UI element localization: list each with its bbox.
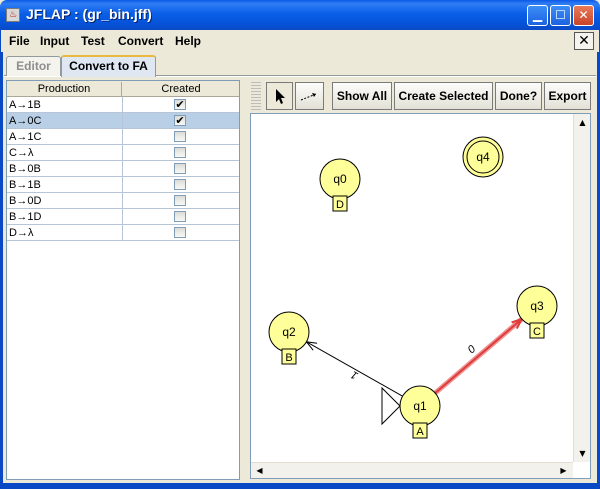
production-cell: B→0B xyxy=(9,163,41,175)
state-name: q1 xyxy=(413,399,427,413)
create-selected-button[interactable]: Create Selected xyxy=(394,82,493,110)
state-name: q2 xyxy=(282,325,296,339)
menu-help[interactable]: Help xyxy=(175,34,201,48)
table-row[interactable]: B→1D xyxy=(7,209,239,225)
column-divider xyxy=(122,113,123,129)
created-checkbox[interactable] xyxy=(174,163,186,174)
transition-label: 1 xyxy=(349,368,360,381)
column-divider xyxy=(122,145,123,161)
export-button[interactable]: Export xyxy=(544,82,591,110)
window-title: JFLAP : (gr_bin.jff) xyxy=(26,6,152,22)
column-header-production[interactable]: Production xyxy=(7,82,122,97)
created-checkbox[interactable] xyxy=(174,147,186,158)
created-checkbox[interactable]: ✔ xyxy=(174,115,186,126)
created-checkbox[interactable] xyxy=(174,211,186,222)
production-cell: B→0D xyxy=(9,195,42,207)
table-row[interactable]: B→0D xyxy=(7,193,239,209)
state-label: C xyxy=(533,326,541,338)
column-header-created[interactable]: Created xyxy=(123,82,239,97)
tab-editor[interactable]: Editor xyxy=(6,56,61,76)
app-icon: ♨ xyxy=(6,8,20,22)
state-name: q0 xyxy=(333,172,347,186)
production-cell: A→0C xyxy=(9,115,42,127)
highlighted-transition-line xyxy=(434,318,523,394)
production-cell: D→λ xyxy=(9,227,34,239)
state-label: A xyxy=(416,426,424,438)
created-checkbox[interactable] xyxy=(174,195,186,206)
menu-convert[interactable]: Convert xyxy=(118,34,163,48)
table-row[interactable]: A→1B ✔ xyxy=(7,97,239,113)
vertical-scrollbar[interactable]: ▲ ▼ xyxy=(573,114,590,462)
horizontal-scrollbar[interactable]: ◀ ▶ xyxy=(251,462,573,478)
show-all-button[interactable]: Show All xyxy=(332,82,392,110)
window-border-left xyxy=(0,30,3,485)
scroll-up-icon[interactable]: ▲ xyxy=(575,115,590,130)
table-row[interactable]: B→0B xyxy=(7,161,239,177)
created-checkbox[interactable] xyxy=(174,227,186,238)
state-name: q4 xyxy=(476,150,490,164)
table-row[interactable]: A→1C xyxy=(7,129,239,145)
table-row[interactable]: B→1B xyxy=(7,177,239,193)
production-cell: A→1C xyxy=(9,131,42,143)
automaton-diagram[interactable]: 10q0Dq1Aq2Bq3Cq4 xyxy=(251,114,573,462)
table-row[interactable]: C→λ xyxy=(7,145,239,161)
transition-tool-button[interactable] xyxy=(295,82,324,110)
minimize-button[interactable]: ▁ xyxy=(527,5,548,26)
scroll-down-icon[interactable]: ▼ xyxy=(575,446,590,461)
transition-arrow-icon xyxy=(300,93,317,101)
toolbar-grip[interactable] xyxy=(251,82,261,110)
scroll-right-icon[interactable]: ▶ xyxy=(556,463,571,478)
cursor-arrow-icon xyxy=(276,89,285,104)
column-divider xyxy=(122,177,123,193)
column-divider xyxy=(122,225,123,241)
done-button[interactable]: Done? xyxy=(495,82,542,110)
created-checkbox[interactable]: ✔ xyxy=(174,99,186,110)
state-label: D xyxy=(336,199,344,211)
table-row[interactable]: D→λ xyxy=(7,225,239,241)
menu-file[interactable]: File xyxy=(9,34,30,48)
window-border-bottom xyxy=(0,483,600,489)
column-divider xyxy=(122,129,123,145)
close-window-button[interactable]: ✕ xyxy=(573,5,594,26)
production-cell: B→1D xyxy=(9,211,42,223)
production-cell: C→λ xyxy=(9,147,34,159)
menu-test[interactable]: Test xyxy=(81,34,105,48)
menu-input[interactable]: Input xyxy=(40,34,69,48)
created-checkbox[interactable] xyxy=(174,179,186,190)
scroll-left-icon[interactable]: ◀ xyxy=(252,463,267,478)
tab-convert-to-fa[interactable]: Convert to FA xyxy=(61,55,156,77)
production-cell: B→1B xyxy=(9,179,41,191)
state-name: q3 xyxy=(530,299,544,313)
state-label: B xyxy=(285,352,292,364)
select-tool-button[interactable] xyxy=(266,82,293,110)
column-divider xyxy=(122,209,123,225)
maximize-button[interactable]: ☐ xyxy=(550,5,571,26)
column-divider xyxy=(122,193,123,209)
close-tab-icon[interactable]: ✕ xyxy=(574,32,594,50)
column-divider xyxy=(122,97,123,113)
table-row[interactable]: A→0C ✔ xyxy=(7,113,239,129)
production-cell: A→1B xyxy=(9,99,41,111)
created-checkbox[interactable] xyxy=(174,131,186,142)
column-divider xyxy=(122,161,123,177)
transition-arrowhead xyxy=(305,341,318,351)
